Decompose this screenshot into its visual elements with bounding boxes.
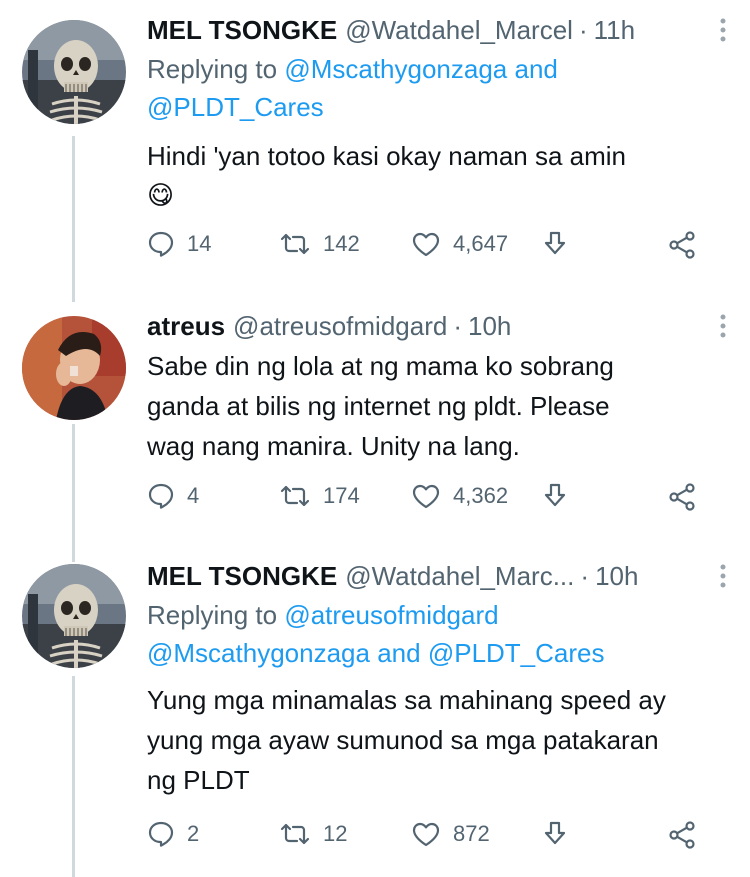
retweet-icon bbox=[280, 233, 310, 255]
avatar[interactable] bbox=[22, 316, 126, 420]
share-button[interactable] bbox=[667, 230, 697, 260]
mention-link[interactable]: @PLDT_Cares bbox=[428, 638, 605, 668]
display-name[interactable]: MEL TSONGKE bbox=[147, 560, 337, 592]
replying-to: Replying to @Mscathygonzaga and @PLDT_Ca… bbox=[147, 54, 558, 122]
timestamp[interactable]: 10h bbox=[468, 310, 511, 342]
avatar[interactable] bbox=[22, 564, 126, 668]
like-icon bbox=[412, 822, 440, 847]
tweet-text: Hindi 'yan totoo kasi okay naman sa amin… bbox=[147, 136, 726, 216]
retweet-count: 12 bbox=[323, 821, 348, 846]
share-button[interactable] bbox=[667, 820, 697, 850]
separator-dot: · bbox=[580, 561, 590, 591]
share-icon bbox=[669, 483, 695, 511]
mention-link[interactable]: @Mscathygonzaga bbox=[284, 54, 507, 84]
mention-link[interactable]: @Mscathygonzaga bbox=[147, 638, 370, 668]
replying-to: Replying to @atreusofmidgard @Mscathygon… bbox=[147, 600, 605, 668]
reply-icon bbox=[148, 821, 174, 847]
like-button[interactable]: 872 bbox=[411, 820, 490, 848]
download-icon bbox=[544, 821, 566, 845]
tweet-actions: 4 174 4,362 bbox=[147, 482, 726, 522]
tweet[interactable]: MEL TSONGKE @Watdahel_Marcel · 11h Reply… bbox=[0, 0, 750, 300]
tweet-header: MEL TSONGKE @Watdahel_Marcel · 11h bbox=[147, 14, 726, 46]
like-icon bbox=[412, 232, 440, 257]
username[interactable]: @Watdahel_Marcel bbox=[345, 14, 573, 46]
more-icon[interactable] bbox=[714, 562, 732, 590]
reply-button[interactable]: 14 bbox=[147, 230, 211, 258]
avatar[interactable] bbox=[22, 20, 126, 124]
separator-dot: · bbox=[453, 311, 462, 341]
retweet-count: 174 bbox=[323, 483, 360, 508]
download-button[interactable] bbox=[541, 230, 569, 258]
like-button[interactable]: 4,362 bbox=[411, 482, 508, 510]
reply-count: 2 bbox=[187, 821, 200, 846]
reply-count: 14 bbox=[187, 231, 212, 256]
person-avatar-image bbox=[22, 316, 126, 420]
like-count: 872 bbox=[453, 821, 490, 846]
username[interactable]: @atreusofmidgard bbox=[233, 310, 447, 342]
tweet-header: atreus @atreusofmidgard · 10h bbox=[147, 310, 726, 342]
like-count: 4,647 bbox=[453, 231, 509, 256]
skeleton-avatar-image bbox=[22, 20, 126, 124]
like-count: 4,362 bbox=[453, 483, 509, 508]
share-icon bbox=[669, 821, 695, 849]
download-button[interactable] bbox=[541, 820, 569, 848]
tweet[interactable]: MEL TSONGKE @Watdahel_Marc... · 10h Repl… bbox=[0, 550, 750, 877]
like-icon bbox=[412, 484, 440, 509]
tweet-header: MEL TSONGKE @Watdahel_Marc... · 10h bbox=[147, 560, 726, 592]
more-icon[interactable] bbox=[714, 312, 732, 340]
separator-dot: · bbox=[578, 15, 588, 45]
tweet[interactable]: atreus @atreusofmidgard · 10h Sabe din n… bbox=[0, 300, 750, 550]
reply-count: 4 bbox=[187, 483, 200, 508]
tweet-actions: 14 142 4,647 bbox=[147, 230, 726, 270]
username[interactable]: @Watdahel_Marc... bbox=[345, 560, 574, 592]
retweet-icon bbox=[280, 485, 310, 507]
retweet-button[interactable]: 12 bbox=[279, 820, 347, 848]
display-name[interactable]: atreus bbox=[147, 310, 225, 342]
reply-icon bbox=[148, 483, 174, 509]
retweet-button[interactable]: 142 bbox=[279, 230, 360, 258]
reply-icon bbox=[148, 231, 174, 257]
timestamp[interactable]: 11h bbox=[594, 14, 635, 46]
mention-link[interactable]: @PLDT_Cares bbox=[147, 92, 324, 122]
download-icon bbox=[544, 231, 566, 255]
retweet-button[interactable]: 174 bbox=[279, 482, 360, 510]
emoji: 😋 bbox=[147, 181, 175, 211]
download-icon bbox=[544, 483, 566, 507]
more-icon[interactable] bbox=[714, 16, 732, 44]
reply-button[interactable]: 4 bbox=[147, 482, 199, 510]
mention-link[interactable]: @atreusofmidgard bbox=[284, 600, 498, 630]
retweet-icon bbox=[280, 823, 310, 845]
like-button[interactable]: 4,647 bbox=[411, 230, 508, 258]
retweet-count: 142 bbox=[323, 231, 360, 256]
share-icon bbox=[669, 231, 695, 259]
skeleton-avatar-image bbox=[22, 564, 126, 668]
tweet-text: Yung mga minamalas sa mahinang speed ay … bbox=[147, 685, 666, 795]
tweet-actions: 2 12 872 bbox=[147, 820, 726, 860]
display-name[interactable]: MEL TSONGKE bbox=[147, 14, 337, 46]
timestamp[interactable]: 10h bbox=[595, 560, 638, 592]
tweet-text: Sabe din ng lola at ng mama ko sobrang g… bbox=[147, 351, 614, 461]
download-button[interactable] bbox=[541, 482, 569, 510]
reply-button[interactable]: 2 bbox=[147, 820, 199, 848]
share-button[interactable] bbox=[667, 482, 697, 512]
